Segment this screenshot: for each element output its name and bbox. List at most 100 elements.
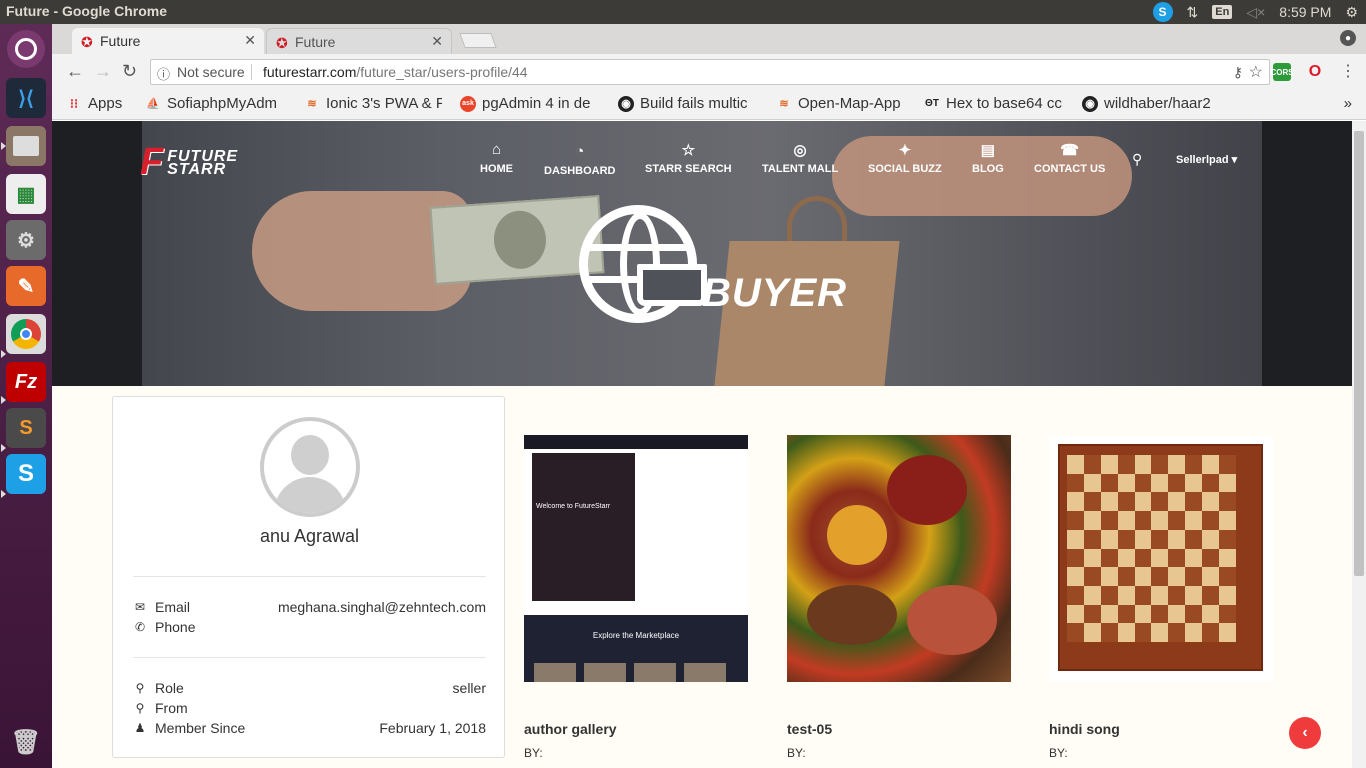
bookmark-wildhaber[interactable]: ◉ wildhaber/haar2 — [1082, 95, 1242, 112]
product-by: BY: — [1049, 746, 1068, 760]
nav-talent-mall[interactable]: ◎ TALENT MALL — [762, 141, 838, 175]
futurestarr-favicon-icon: ✪ — [81, 34, 93, 50]
tab-close-icon[interactable]: ✕ — [431, 33, 443, 50]
filezilla-icon[interactable]: Fz — [6, 362, 46, 402]
postman-icon[interactable]: ✎ — [6, 266, 46, 306]
bookmarks-bar: ⁝⁝ Apps ⛵ SofiaphpMyAdm ≋ Ionic 3's PWA … — [52, 90, 1366, 120]
product-by: BY: — [787, 746, 806, 760]
profile-card: anu Agrawal ✉ Email meghana.singhal@zehnt… — [112, 396, 505, 758]
page-viewport: F FUTURE STARR ⌂ HOME ◔ DASHBOARD ☆ STARR… — [52, 121, 1352, 768]
tab-future-active[interactable]: ✪ Future ✕ — [72, 28, 264, 54]
email-value: meghana.singhal@zehntech.com — [277, 599, 486, 615]
bookmark-hex-base64[interactable]: ΘT Hex to base64 cc — [924, 95, 1066, 112]
bookmark-open-map-app[interactable]: ≋ Open-Map-App — [776, 95, 916, 112]
hex-icon: ΘT — [925, 98, 939, 109]
volume-muted-icon[interactable]: ◁× — [1246, 4, 1265, 21]
user-dropdown[interactable]: Sellerlpad ▾ — [1176, 153, 1237, 166]
bookmark-sofiaphpmyadmin[interactable]: ⛵ SofiaphpMyAdm — [145, 95, 285, 112]
product-card-test-05[interactable]: test-05 BY: — [787, 435, 1011, 760]
bookmark-pgadmin[interactable]: ask pgAdmin 4 in de — [460, 95, 600, 112]
role-row: ⚲ Role seller — [133, 680, 486, 696]
back-arrow-icon[interactable]: ← — [66, 61, 84, 82]
address-bar[interactable]: ⓘ Not secure futurestarr.com/future_star… — [150, 59, 1270, 85]
starr-search-icon: ☆ — [681, 142, 696, 159]
email-row: ✉ Email meghana.singhal@zehntech.com — [134, 599, 486, 615]
sublime-text-icon[interactable]: S — [6, 408, 46, 448]
nav-blog[interactable]: ▤ BLOG — [972, 141, 1004, 175]
nav-contact-us[interactable]: ☎ CONTACT US — [1034, 141, 1105, 175]
hero-buyer-title: BUYER — [702, 271, 848, 315]
reload-icon[interactable]: ↻ — [122, 61, 137, 82]
bookmark-star-icon[interactable]: ☆ — [1249, 62, 1263, 82]
product-title[interactable]: author gallery — [524, 721, 617, 737]
network-icon[interactable]: ⇅ — [1187, 4, 1199, 21]
site-logo[interactable]: F FUTURE STARR — [140, 141, 238, 184]
bookmark-ionic-pwa[interactable]: ≋ Ionic 3's PWA & F — [304, 95, 442, 112]
vscode-icon[interactable]: ⟩⟨ — [6, 78, 46, 118]
chrome-icon[interactable] — [6, 314, 46, 354]
product-title[interactable]: hindi song — [1049, 721, 1120, 737]
phone-icon: ☎ — [1060, 142, 1079, 159]
product-image-website-screenshot[interactable]: Welcome to FutureStarr Explore the Marke… — [524, 435, 748, 682]
product-image-chessboard[interactable] — [1049, 435, 1273, 682]
clock[interactable]: 8:59 PM — [1279, 4, 1331, 20]
futurestarr-favicon-icon: ✪ — [276, 35, 288, 51]
hero-device-left — [52, 121, 142, 386]
window-title: Future - Google Chrome — [6, 3, 167, 19]
talent-mall-icon: ◎ — [793, 142, 807, 159]
page-scrollbar[interactable] — [1352, 121, 1366, 768]
trash-icon[interactable]: 🗑 — [6, 722, 46, 762]
files-icon[interactable] — [6, 126, 46, 166]
member-since-value: February 1, 2018 — [379, 720, 486, 736]
tab-close-icon[interactable]: ✕ — [244, 32, 256, 49]
key-icon[interactable]: ⚷ — [1233, 64, 1243, 81]
security-status: Not secure — [177, 64, 245, 80]
nav-starr-search[interactable]: ☆ STARR SEARCH — [645, 141, 732, 175]
envelope-icon: ✉ — [134, 600, 146, 614]
profile-icon[interactable]: ● — [1340, 30, 1356, 46]
system-tray: S ⇅ En ◁× 8:59 PM ⚙ — [1152, 0, 1358, 24]
skype-tray-icon[interactable]: S — [1152, 2, 1173, 22]
system-settings-icon[interactable]: ⚙ — [6, 220, 46, 260]
blog-icon: ▤ — [980, 142, 995, 159]
nav-dashboard[interactable]: ◔ DASHBOARD — [544, 143, 616, 177]
keyboard-layout[interactable]: En — [1212, 5, 1233, 19]
tab-title: Future — [295, 33, 336, 50]
product-card-author-gallery[interactable]: Welcome to FutureStarr Explore the Marke… — [524, 435, 748, 760]
bookmarks-overflow-icon[interactable]: » — [1344, 95, 1352, 112]
product-card-hindi-song[interactable]: hindi song BY: — [1049, 435, 1273, 760]
ubuntu-dash-icon[interactable] — [7, 30, 45, 68]
product-by: BY: — [524, 746, 543, 760]
product-image-food[interactable] — [787, 435, 1011, 682]
url-host: futurestarr.com — [263, 64, 357, 80]
cors-extension-icon[interactable]: CORS — [1270, 63, 1294, 81]
url-path: /future_star/users-profile/44 — [356, 64, 528, 80]
product-title[interactable]: test-05 — [787, 721, 832, 737]
browser-toolbar: ← → ↻ ⓘ Not secure futurestarr.com/futur… — [52, 54, 1366, 90]
url-text[interactable]: futurestarr.com/future_star/users-profil… — [263, 64, 528, 80]
nav-social-buzz[interactable]: ✦ SOCIAL BUZZ — [868, 141, 942, 175]
avatar — [260, 417, 360, 517]
tab-future[interactable]: ✪ Future ✕ — [266, 28, 452, 54]
bookmark-apps[interactable]: ⁝⁝ Apps — [66, 95, 136, 112]
opera-extension-icon[interactable]: O — [1306, 63, 1324, 81]
skype-icon[interactable]: S — [6, 454, 46, 494]
new-tab-button[interactable] — [459, 33, 497, 48]
bookmark-build-fails[interactable]: ◉ Build fails multic — [618, 95, 758, 112]
chevron-left-icon[interactable]: ‹ — [1289, 717, 1321, 749]
role-value: seller — [452, 680, 486, 696]
social-buzz-icon: ✦ — [898, 142, 912, 159]
member-since-row: ♟ Member Since February 1, 2018 — [134, 720, 486, 736]
chrome-menu-icon[interactable]: ⋮ — [1340, 61, 1356, 81]
ask-icon: ask — [460, 95, 476, 112]
search-icon[interactable]: ⚲ — [1132, 151, 1142, 168]
github-icon: ◉ — [1082, 95, 1098, 112]
settings-gear-icon[interactable]: ⚙ — [1345, 4, 1358, 21]
nav-home[interactable]: ⌂ HOME — [480, 141, 513, 175]
forward-arrow-icon[interactable]: → — [94, 61, 112, 82]
tab-strip: ✪ Future ✕ ✪ Future ✕ ● — [52, 24, 1366, 54]
info-icon[interactable]: ⓘ — [157, 64, 170, 83]
apps-grid-icon: ⁝⁝ — [69, 95, 79, 111]
libreoffice-calc-icon[interactable]: ▦ — [6, 174, 46, 214]
tab-title: Future — [100, 33, 141, 49]
